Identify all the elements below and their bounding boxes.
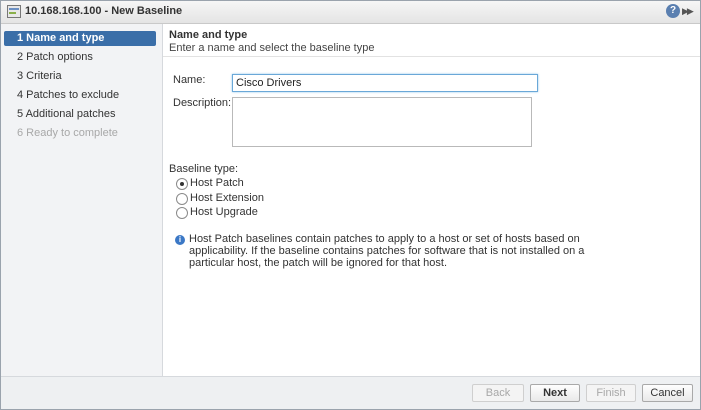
expand-icon[interactable]: ▶▶ — [682, 4, 696, 18]
finish-button: Finish — [586, 384, 636, 402]
description-label: Description: — [173, 97, 232, 109]
radio-button[interactable] — [176, 193, 188, 205]
step-criteria[interactable]: 3 Criteria — [4, 69, 156, 84]
title-bar: 10.168.168.100 - New Baseline ? ▶▶ — [1, 1, 700, 24]
page-header: Name and type Enter a name and select th… — [163, 24, 700, 57]
info-icon: i — [175, 235, 185, 245]
baseline-icon — [7, 5, 21, 18]
radio-label: Host Patch — [190, 177, 244, 189]
help-icon[interactable]: ? — [666, 4, 680, 18]
step-patch-options[interactable]: 2 Patch options — [4, 50, 156, 65]
radio-button[interactable] — [176, 178, 188, 190]
wizard-steps-sidebar: 1 Name and type 2 Patch options 3 Criter… — [1, 24, 163, 377]
baseline-type-label: Baseline type: — [169, 163, 239, 175]
info-message: Host Patch baselines contain patches to … — [189, 233, 585, 269]
wizard-content: Name and type Enter a name and select th… — [163, 24, 700, 377]
wizard-footer: Back Next Finish Cancel — [1, 376, 700, 409]
new-baseline-dialog: 10.168.168.100 - New Baseline ? ▶▶ 1 Nam… — [0, 0, 701, 410]
name-label: Name: — [173, 74, 206, 86]
radio-button[interactable] — [176, 207, 188, 219]
radio-label: Host Upgrade — [190, 206, 258, 218]
cancel-button[interactable]: Cancel — [642, 384, 693, 402]
page-subtitle: Enter a name and select the baseline typ… — [169, 42, 375, 54]
window-title: 10.168.168.100 - New Baseline — [25, 5, 183, 17]
description-textarea[interactable] — [232, 97, 532, 147]
step-additional-patches[interactable]: 5 Additional patches — [4, 107, 156, 122]
radio-label: Host Extension — [190, 192, 264, 204]
step-ready-to-complete: 6 Ready to complete — [17, 127, 118, 139]
name-input[interactable] — [232, 74, 538, 92]
step-name-and-type[interactable]: 1 Name and type — [4, 31, 156, 46]
step-patches-to-exclude[interactable]: 4 Patches to exclude — [4, 88, 156, 103]
next-button[interactable]: Next — [530, 384, 580, 402]
back-button: Back — [472, 384, 524, 402]
page-title: Name and type — [169, 29, 248, 41]
